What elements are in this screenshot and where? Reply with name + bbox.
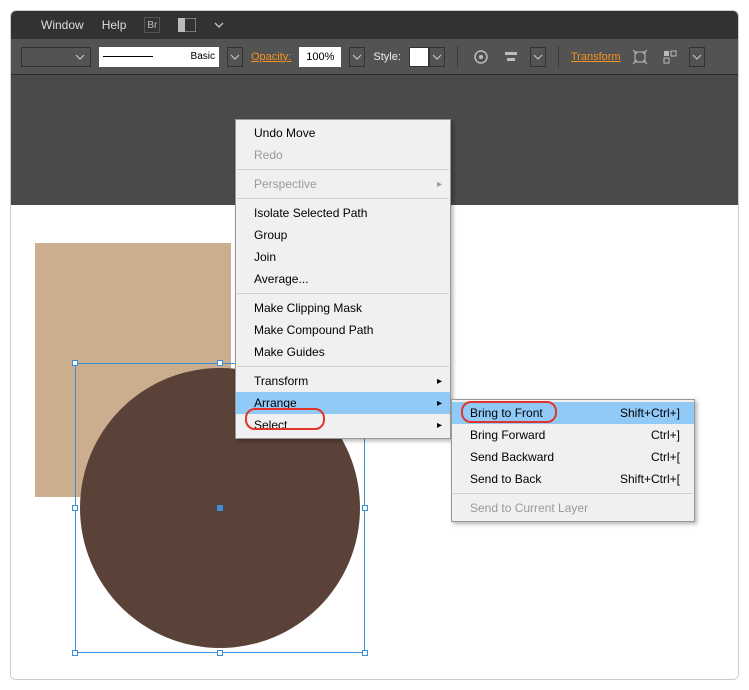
selection-handle[interactable] xyxy=(362,650,368,656)
style-swatch-group xyxy=(409,47,445,67)
selection-handle[interactable] xyxy=(72,650,78,656)
toggle-edges-caret[interactable] xyxy=(689,47,705,67)
ctx-make-guides[interactable]: Make Guides xyxy=(236,341,450,363)
sub-send-to-back-shortcut: Shift+Ctrl+[ xyxy=(620,472,680,486)
transform-label-link[interactable]: Transform xyxy=(571,51,621,63)
menu-separator xyxy=(453,493,693,494)
opacity-input[interactable]: 100% xyxy=(299,47,341,67)
opacity-caret[interactable] xyxy=(349,47,365,67)
sub-bring-forward-label: Bring Forward xyxy=(470,428,545,442)
toggle-edges-icon[interactable] xyxy=(659,46,681,68)
ctx-average[interactable]: Average... xyxy=(236,268,450,290)
fill-stroke-dropdown[interactable] xyxy=(21,47,91,67)
ctx-join[interactable]: Join xyxy=(236,246,450,268)
selection-handle[interactable] xyxy=(217,360,223,366)
isolate-icon[interactable] xyxy=(629,46,651,68)
selection-center-point[interactable] xyxy=(217,505,223,511)
bridge-icon[interactable]: Br xyxy=(144,17,160,33)
opacity-label-link[interactable]: Opacity: xyxy=(251,51,291,63)
arrange-submenu: Bring to Front Shift+Ctrl+] Bring Forwar… xyxy=(451,399,695,522)
ctx-arrange[interactable]: Arrange xyxy=(236,392,450,414)
align-caret[interactable] xyxy=(530,47,546,67)
ctx-compound-path[interactable]: Make Compound Path xyxy=(236,319,450,341)
menu-window[interactable]: Window xyxy=(41,18,84,32)
sub-send-backward[interactable]: Send Backward Ctrl+[ xyxy=(452,446,694,468)
sub-bring-forward-shortcut: Ctrl+] xyxy=(651,428,680,442)
main-menubar: Window Help Br xyxy=(11,11,738,39)
separator-2 xyxy=(558,46,559,68)
sub-send-current-layer-label: Send to Current Layer xyxy=(470,501,588,515)
stroke-profile-label: Basic xyxy=(191,51,215,62)
ctx-transform[interactable]: Transform xyxy=(236,370,450,392)
ctx-undo[interactable]: Undo Move xyxy=(236,122,450,144)
menu-separator xyxy=(237,169,449,170)
menu-separator xyxy=(237,198,449,199)
stroke-profile-caret[interactable] xyxy=(227,47,243,67)
selection-handle[interactable] xyxy=(217,650,223,656)
stroke-profile-select[interactable]: Basic xyxy=(99,47,219,67)
style-swatch[interactable] xyxy=(409,47,429,67)
workspace-dropdown-icon[interactable] xyxy=(214,20,224,30)
ctx-redo: Redo xyxy=(236,144,450,166)
sub-send-backward-shortcut: Ctrl+[ xyxy=(651,450,680,464)
sub-send-backward-label: Send Backward xyxy=(470,450,554,464)
context-menu: Undo Move Redo Perspective Isolate Selec… xyxy=(235,119,451,439)
sub-bring-to-front-shortcut: Shift+Ctrl+] xyxy=(620,406,680,420)
sub-send-current-layer: Send to Current Layer xyxy=(452,497,694,519)
ctx-isolate[interactable]: Isolate Selected Path xyxy=(236,202,450,224)
menu-help[interactable]: Help xyxy=(102,18,127,32)
workspace-layout-icon[interactable] xyxy=(178,18,196,32)
app-frame: Window Help Br Basic Opacity: 100% Style… xyxy=(10,10,739,680)
options-bar: Basic Opacity: 100% Style: Transform xyxy=(11,39,738,75)
selection-handle[interactable] xyxy=(72,360,78,366)
ctx-group[interactable]: Group xyxy=(236,224,450,246)
stroke-line-preview xyxy=(103,56,153,57)
ctx-select[interactable]: Select xyxy=(236,414,450,436)
style-caret[interactable] xyxy=(429,47,445,67)
ctx-perspective: Perspective xyxy=(236,173,450,195)
selection-handle[interactable] xyxy=(362,505,368,511)
sub-bring-to-front-label: Bring to Front xyxy=(470,406,543,420)
menu-separator xyxy=(237,293,449,294)
selection-handle[interactable] xyxy=(72,505,78,511)
sub-send-to-back-label: Send to Back xyxy=(470,472,541,486)
ctx-clipping-mask[interactable]: Make Clipping Mask xyxy=(236,297,450,319)
sub-send-to-back[interactable]: Send to Back Shift+Ctrl+[ xyxy=(452,468,694,490)
recolor-artwork-icon[interactable] xyxy=(470,46,492,68)
separator xyxy=(457,46,458,68)
align-icon[interactable] xyxy=(500,46,522,68)
sub-bring-forward[interactable]: Bring Forward Ctrl+] xyxy=(452,424,694,446)
style-label: Style: xyxy=(373,51,401,63)
sub-bring-to-front[interactable]: Bring to Front Shift+Ctrl+] xyxy=(452,402,694,424)
menu-separator xyxy=(237,366,449,367)
